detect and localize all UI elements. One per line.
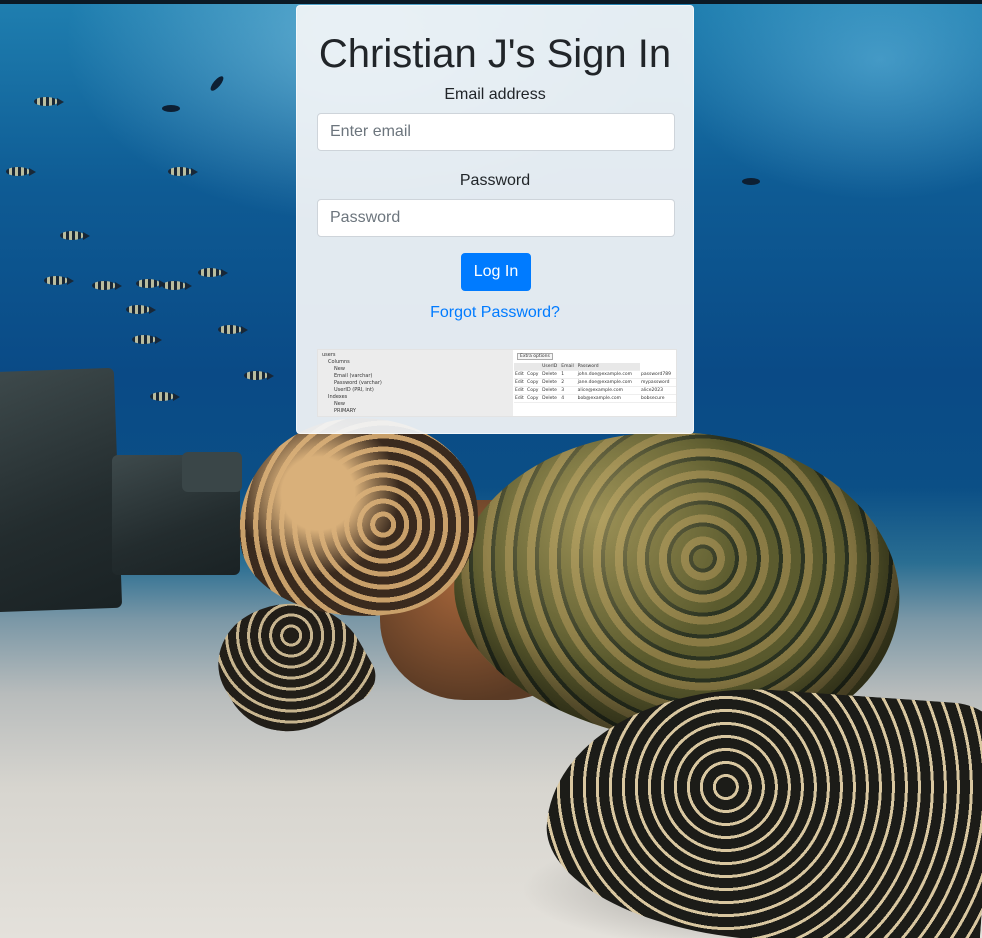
tree-item: users: [322, 352, 336, 358]
table-cell: Delete: [541, 394, 561, 403]
table-header-cell: [526, 363, 542, 371]
tree-item: Email (varchar): [334, 373, 373, 379]
table-row: Edit Copy Delete 2 jane.doe@example.com …: [514, 378, 676, 387]
table-cell: Copy: [526, 386, 542, 395]
database-screenshot-image: users Columns New Email (varchar) Passwo…: [317, 349, 677, 417]
table-cell: john.doe@example.com: [576, 370, 641, 379]
table-cell: 3: [560, 386, 577, 395]
db-grid: Extra options UserID Email Password Edit…: [514, 350, 676, 416]
table-row: Edit Copy Delete 4 bob@example.com bobse…: [514, 394, 676, 403]
forgot-password-link[interactable]: Forgot Password?: [297, 303, 693, 323]
table-cell: Edit: [514, 394, 527, 403]
login-button[interactable]: Log In: [461, 253, 531, 291]
table-cell: Delete: [541, 370, 561, 379]
table-row: Edit Copy Delete 3 alice@example.com ali…: [514, 386, 676, 395]
password-label: Password: [459, 172, 531, 189]
table-cell: 4: [560, 394, 577, 403]
tree-item: Password (varchar): [334, 380, 382, 386]
db-tree: users Columns New Email (varchar) Passwo…: [318, 350, 513, 416]
email-label: Email address: [444, 86, 546, 103]
db-table: UserID Email Password Edit Copy Delete 1…: [514, 363, 676, 403]
table-cell: alice2023: [640, 386, 676, 395]
table-cell: Copy: [526, 394, 542, 403]
grid-option: Extra options: [517, 353, 553, 360]
table-header-cell: Password: [576, 363, 641, 371]
table-cell: Edit: [514, 378, 527, 387]
tree-item: New: [334, 401, 345, 407]
tree-item: UserID (PRI, int): [334, 387, 374, 393]
table-cell: Edit: [514, 370, 527, 379]
table-cell: Delete: [541, 378, 561, 387]
email-input[interactable]: [317, 113, 675, 151]
tree-item: Indexes: [328, 394, 348, 400]
signin-card: Christian J's Sign In Email address Pass…: [296, 5, 694, 434]
page-title: Christian J's Sign In: [318, 32, 672, 76]
tree-item: Columns: [328, 359, 350, 365]
table-cell: alice@example.com: [576, 386, 641, 395]
table-header-cell: [514, 363, 527, 371]
table-cell: bob@example.com: [576, 394, 641, 403]
tree-item: New: [334, 366, 345, 372]
table-cell: bobsecure: [640, 394, 676, 403]
table-cell: password789: [640, 370, 676, 379]
table-cell: mypassword: [640, 378, 676, 387]
table-cell: Delete: [541, 386, 561, 395]
table-cell: Copy: [526, 378, 542, 387]
table-cell: 2: [560, 378, 577, 387]
table-header-cell: Email: [560, 363, 577, 371]
table-header-cell: UserID: [541, 363, 561, 371]
table-cell: Copy: [526, 370, 542, 379]
tree-item: PRIMARY: [334, 408, 356, 414]
table-row: Edit Copy Delete 1 john.doe@example.com …: [514, 370, 676, 379]
window-top-edge: [0, 0, 982, 4]
table-cell: Edit: [514, 386, 527, 395]
table-cell: 1: [560, 370, 577, 379]
table-header-row: UserID Email Password: [514, 363, 676, 371]
password-input[interactable]: [317, 199, 675, 237]
table-cell: jane.doe@example.com: [576, 378, 641, 387]
